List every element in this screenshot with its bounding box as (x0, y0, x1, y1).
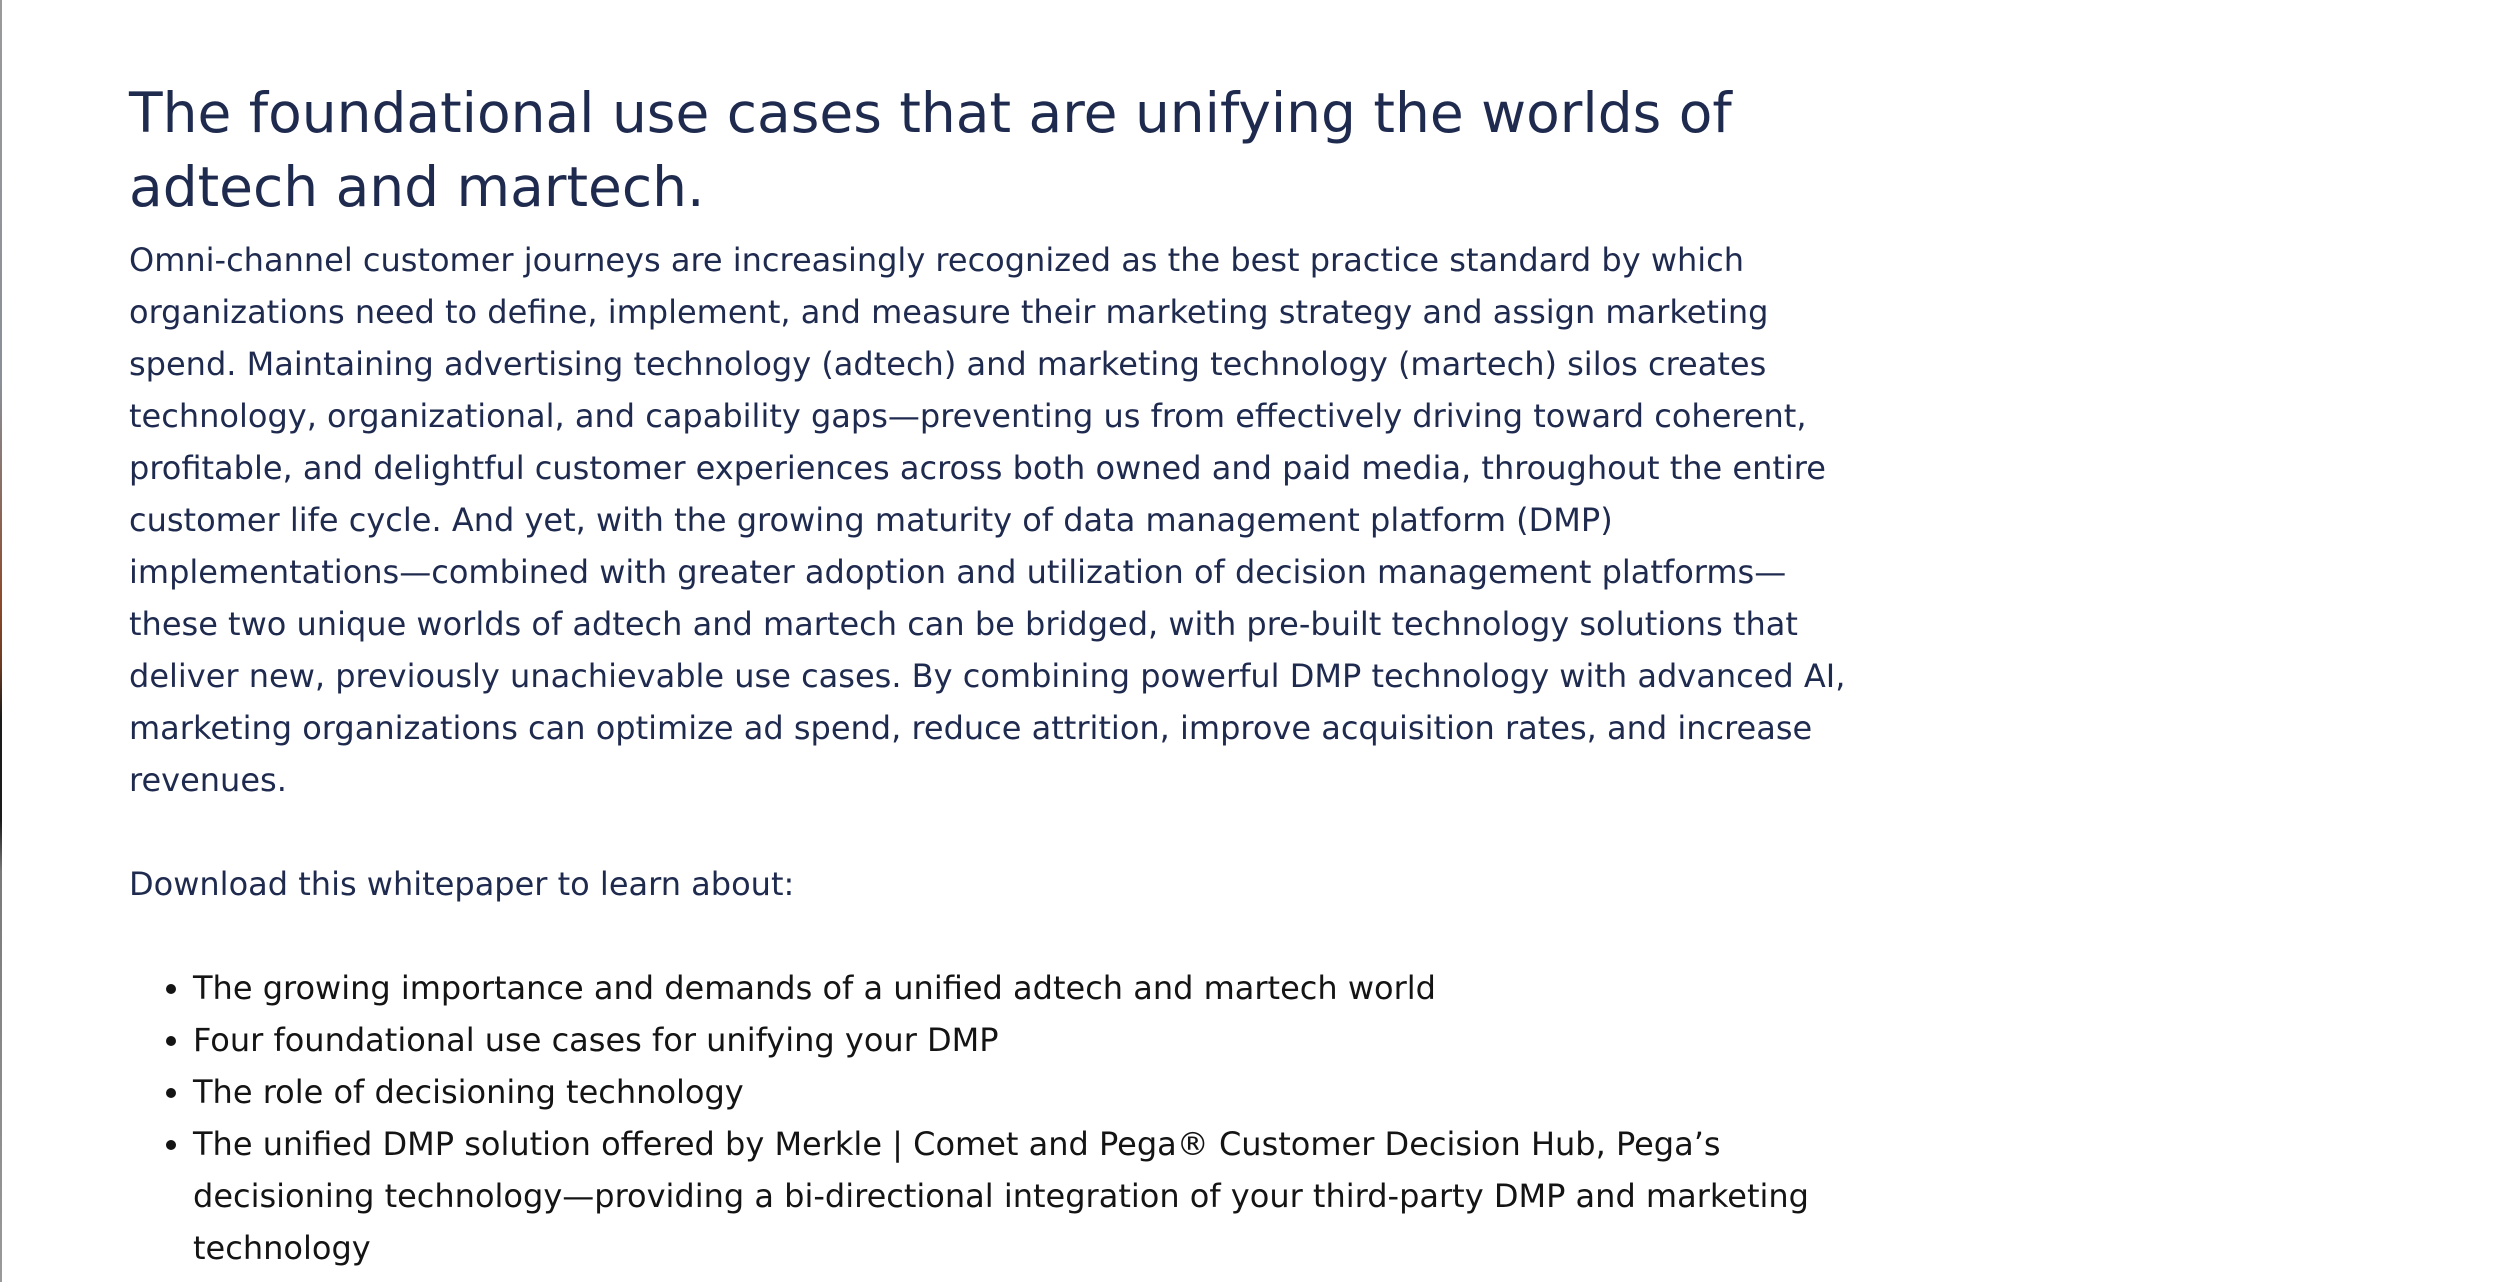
article-content: The foundational use cases that are unif… (129, 76, 1853, 1282)
list-item: The growing importance and demands of a … (193, 962, 1853, 1014)
page-title: The foundational use cases that are unif… (129, 81, 1732, 219)
list-item: The role of decisioning technology (193, 1066, 1853, 1118)
learn-about-list: The growing importance and demands of a … (129, 962, 1853, 1274)
list-item: The unified DMP solution offered by Merk… (193, 1118, 1853, 1274)
list-item: Four foundational use cases for unifying… (193, 1014, 1853, 1066)
intro-paragraph: Omni-channel customer journeys are incre… (129, 241, 1846, 799)
window-left-edge (0, 0, 2, 1282)
download-lead-text: Download this whitepaper to learn about: (129, 865, 795, 903)
